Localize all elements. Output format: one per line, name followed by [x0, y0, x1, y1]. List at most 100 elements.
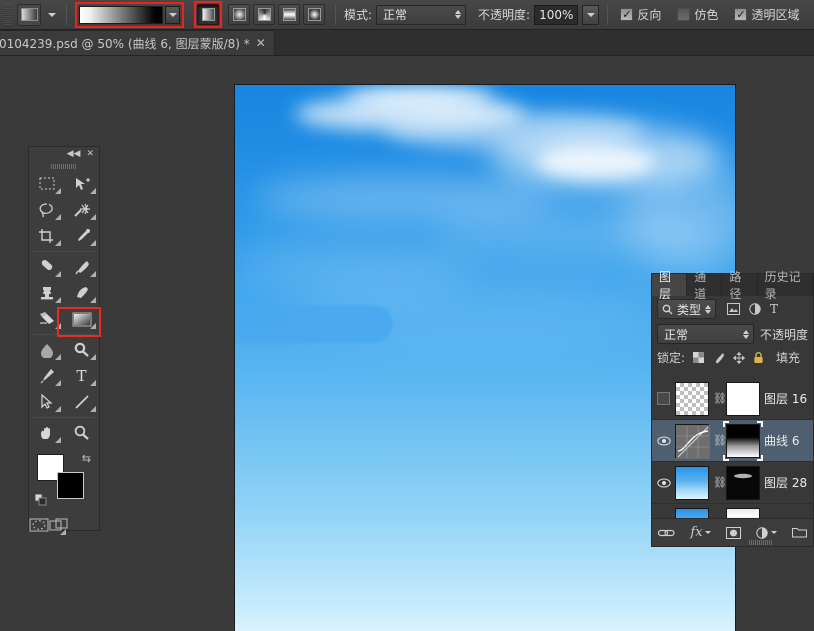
magic-wand-tool[interactable]: [64, 197, 99, 223]
pen-tool[interactable]: [29, 363, 64, 389]
table-row[interactable]: ⛓ 图层 16: [652, 378, 813, 420]
options-bar-grip[interactable]: [4, 3, 11, 26]
layer-visibility-toggle[interactable]: [656, 465, 671, 501]
layer-mask-thumbnail[interactable]: [726, 381, 760, 416]
panel-resize-grip[interactable]: [749, 540, 773, 545]
table-row[interactable]: ⛓ 图层 28: [652, 462, 813, 504]
link-icon[interactable]: ⛓: [713, 434, 727, 447]
blend-mode-select[interactable]: 正常: [376, 4, 467, 25]
layer-mask-thumbnail[interactable]: [726, 507, 760, 518]
line-tool[interactable]: [64, 389, 99, 415]
layer-blend-mode-select[interactable]: 正常: [657, 324, 754, 344]
history-brush-tool[interactable]: [64, 280, 99, 306]
crop-tool[interactable]: [29, 223, 64, 249]
healing-brush-tool[interactable]: [29, 254, 64, 280]
opacity-input[interactable]: 100%: [534, 4, 579, 25]
linear-gradient-button-highlight[interactable]: [194, 1, 222, 28]
layer-thumbnail[interactable]: [675, 381, 709, 416]
transparency-checkbox-row[interactable]: ✓ 透明区域: [734, 6, 799, 23]
gradient-preview-highlight[interactable]: [75, 1, 184, 28]
collapse-icon[interactable]: ◀◀: [67, 149, 81, 159]
close-icon[interactable]: ✕: [86, 149, 94, 159]
reverse-checkbox-row[interactable]: ✓ 反向: [620, 6, 661, 23]
tab-layers[interactable]: 图层: [652, 270, 688, 301]
gradient-tool-icon[interactable]: [17, 3, 41, 26]
angle-gradient-button[interactable]: [253, 4, 275, 25]
lock-image-icon[interactable]: [712, 351, 725, 364]
layer-thumbnail[interactable]: [675, 423, 710, 459]
tools-panel-grip[interactable]: [29, 161, 99, 171]
layer-thumbnail[interactable]: [675, 465, 709, 500]
gradient-tool[interactable]: [64, 306, 99, 332]
lock-position-icon[interactable]: [732, 351, 745, 364]
clone-stamp-tool[interactable]: [29, 280, 64, 306]
add-layer-mask-icon[interactable]: [725, 526, 741, 539]
layer-filter-kind-select[interactable]: 类型: [657, 299, 717, 319]
tab-history[interactable]: 历史记录: [758, 270, 813, 301]
layer-name[interactable]: 图层 16: [764, 390, 807, 407]
tab-channels[interactable]: 通道: [687, 270, 723, 301]
lock-transparency-icon[interactable]: [692, 351, 705, 364]
gradient-preview[interactable]: [79, 5, 163, 24]
tools-group-select: [29, 171, 99, 249]
reflected-gradient-button[interactable]: [278, 4, 300, 25]
new-group-icon[interactable]: [791, 527, 807, 538]
gradient-preset-chevron-down-icon[interactable]: [165, 5, 180, 24]
link-icon[interactable]: ⛓: [713, 392, 727, 405]
layer-visibility-toggle[interactable]: [656, 381, 671, 417]
reverse-checkbox[interactable]: ✓: [620, 8, 634, 21]
default-colors-icon[interactable]: [34, 493, 47, 506]
table-row[interactable]: ⛓ 曲线 6: [652, 420, 813, 462]
lasso-tool[interactable]: [29, 197, 64, 223]
curves-layer-mask-thumbnail[interactable]: [723, 420, 763, 461]
diamond-gradient-button[interactable]: [303, 4, 325, 25]
new-adjustment-layer-icon[interactable]: [755, 526, 777, 539]
tool-preset-chevron-down-icon[interactable]: [45, 5, 58, 25]
close-icon[interactable]: ✕: [256, 36, 266, 50]
layer-visibility-toggle[interactable]: [656, 423, 671, 459]
dither-checkbox[interactable]: [677, 8, 691, 21]
layer-thumbnail[interactable]: [675, 507, 709, 518]
layer-visibility-toggle[interactable]: [656, 507, 671, 519]
brush-tool[interactable]: [64, 254, 99, 280]
quick-mask-icon[interactable]: [29, 512, 49, 538]
linear-gradient-button[interactable]: [197, 4, 219, 25]
layer-list[interactable]: ⛓ 图层 16 ⛓ 曲线 6 ⛓ 图层 28: [652, 378, 813, 518]
dodge-tool[interactable]: [64, 337, 99, 363]
tab-paths[interactable]: 路径: [722, 270, 758, 301]
eyedropper-tool[interactable]: [64, 223, 99, 249]
lock-row: 锁定: 填充: [652, 346, 813, 369]
lock-all-icon[interactable]: [752, 351, 765, 364]
zoom-tool[interactable]: [64, 420, 99, 446]
opacity-chevron-down-icon[interactable]: [582, 4, 600, 25]
document-tab[interactable]: 0104239.psd @ 50% (曲线 6, 图层蒙版/8) * ✕: [0, 30, 275, 55]
layer-mask-thumbnail[interactable]: [726, 465, 760, 500]
layer-name[interactable]: 图层 28: [764, 474, 807, 491]
transparency-checkbox[interactable]: ✓: [734, 8, 748, 21]
blur-tool[interactable]: [29, 337, 64, 363]
table-row[interactable]: ⛓ 图层 28: [652, 504, 813, 518]
swap-colors-icon[interactable]: ⇆: [82, 452, 91, 465]
transparency-label: 透明区域: [751, 8, 800, 22]
dither-checkbox-row[interactable]: 仿色: [677, 6, 718, 23]
rectangular-marquee-tool[interactable]: [29, 171, 64, 197]
lock-label: 锁定:: [657, 351, 686, 365]
layer-style-fx-icon[interactable]: fx: [690, 525, 711, 540]
link-icon[interactable]: ⛓: [713, 476, 727, 489]
gradient-swatch-icon: [20, 8, 38, 21]
type-tool[interactable]: T: [64, 363, 99, 389]
screen-mode-icon[interactable]: [49, 512, 69, 538]
spinner-icon[interactable]: [705, 304, 712, 314]
type-layer-filter-icon: T: [770, 302, 779, 316]
path-selection-tool[interactable]: [29, 389, 64, 415]
tab-channels-label: 通道: [694, 270, 707, 301]
link-layers-icon[interactable]: [658, 528, 676, 538]
background-color-swatch[interactable]: [57, 472, 84, 499]
move-tool[interactable]: [64, 171, 99, 197]
eraser-tool[interactable]: [29, 306, 64, 332]
radial-gradient-button[interactable]: [228, 4, 250, 25]
hand-tool[interactable]: [29, 420, 64, 446]
pixel-layer-filter-icon: [727, 303, 741, 315]
tools-panel-header[interactable]: ◀◀ ✕: [29, 147, 99, 161]
layer-name[interactable]: 曲线 6: [764, 432, 799, 449]
